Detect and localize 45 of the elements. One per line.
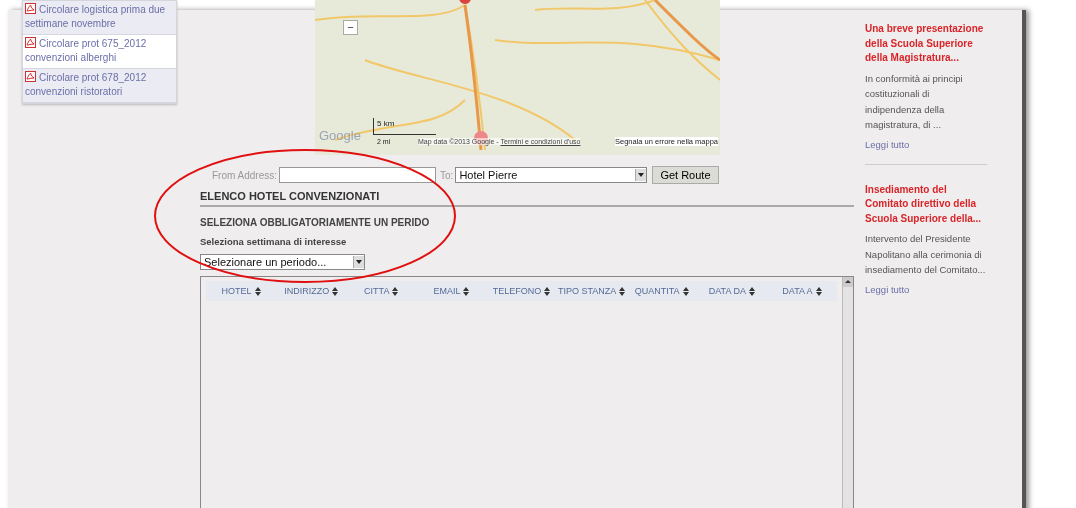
column-header[interactable]: CITTA [346,286,417,296]
destination-dropdown[interactable]: Hotel Pierre [455,167,648,183]
sort-icon [392,286,399,296]
news-excerpt: In conformità ai principi costituzionali di indipendenza della magistratura, di ... [865,71,964,132]
scrollbar[interactable] [842,277,853,508]
column-header[interactable]: QUANTITA [626,286,697,296]
from-label: From Address: [212,169,278,181]
sort-icon [748,286,755,296]
to-label: To: [440,169,454,181]
document-link[interactable]: Circolare prot 678_2012 convenzioni ristoratori [23,69,176,103]
scale-label: 5 km [377,119,395,128]
column-header[interactable]: DATA A [766,286,837,296]
pdf-icon [25,3,36,14]
zoom-out-button[interactable]: − [343,20,358,35]
column-header[interactable]: DATA DA [696,286,767,296]
pdf-icon [25,71,36,82]
column-header[interactable]: HOTEL [206,286,277,296]
sort-icon [332,286,339,296]
read-more-link[interactable]: Leggi tutto [865,283,987,295]
caret-icon [638,173,645,177]
sort-icon [815,286,822,296]
column-header[interactable]: TELEFONO [486,286,557,296]
get-route-button[interactable]: Get Route [652,166,719,184]
document-link[interactable]: Circolare prot 675_2012 convenzioni alberghi [23,35,176,69]
sort-icon [463,286,470,296]
read-more-link[interactable]: Leggi tutto [865,138,987,150]
pdf-icon [25,37,36,48]
section-subtitle: SELEZIONA OBBLIGATORIAMENTE UN PERIDO [200,217,431,228]
scale-bar [373,118,436,135]
news-title[interactable]: Insediamento del Comitato direttivo della Scuola Superiore della... [865,182,987,226]
document-link[interactable]: Circolare logistica prima due settimane novembre [23,1,176,35]
period-dropdown[interactable]: Selezionare un periodo... [200,254,365,270]
sort-icon [619,286,626,296]
sort-icon [682,286,689,296]
caret-icon [356,260,362,264]
from-address-field[interactable] [279,167,437,183]
news-excerpt: Intervento del Presidente Napolitano alla cerimonia di insediamento del Comitato... [865,232,987,277]
column-header[interactable]: EMAIL [416,286,487,296]
sort-icon [544,286,551,296]
section-title: ELENCO HOTEL CONVENZIONATI [200,190,854,207]
field-label: Seleziona settimana di interesse [200,236,348,247]
news-title[interactable]: Una breve presentazione della Scuola Superiore della Magistratura... [865,22,987,66]
column-header[interactable]: INDIRIZZO [276,286,347,296]
column-header[interactable]: TIPO STANZA [556,286,627,296]
sort-icon [254,286,261,296]
